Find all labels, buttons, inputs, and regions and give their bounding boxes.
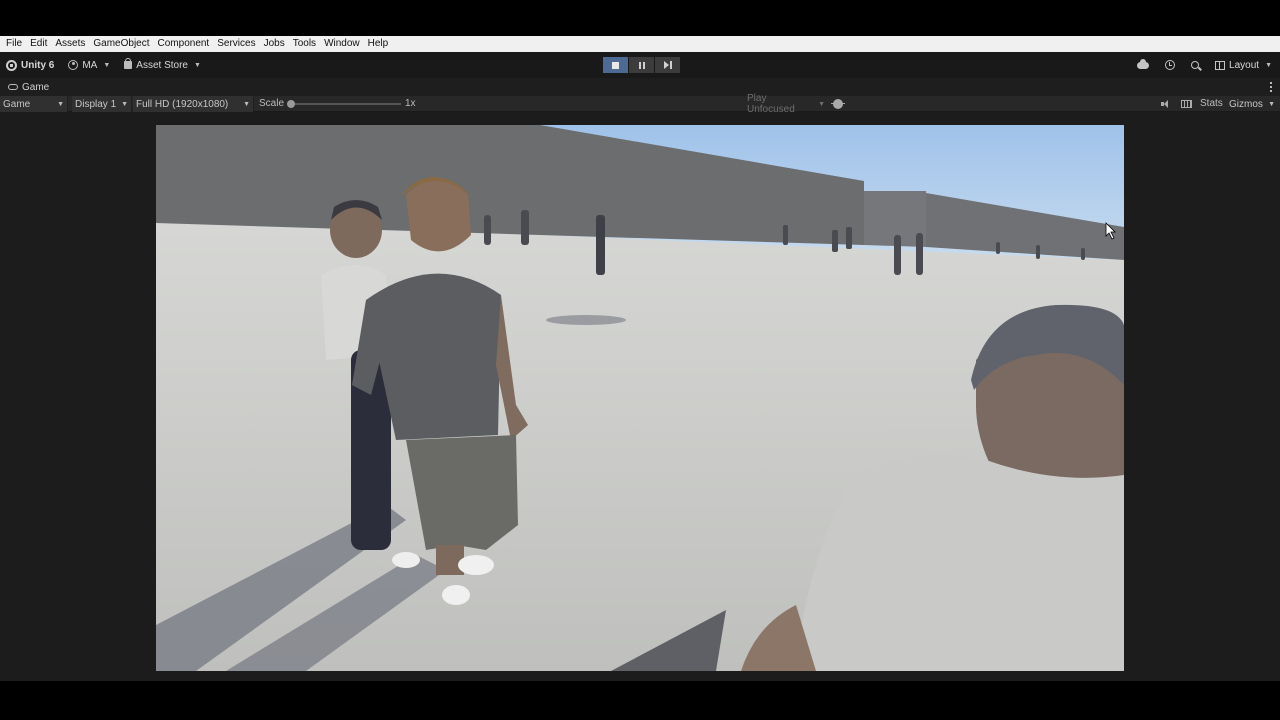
letterbox-bottom (0, 681, 1280, 720)
tab-game-label: Game (22, 81, 50, 93)
chevron-down-icon: ▼ (121, 100, 128, 108)
menu-file[interactable]: File (2, 36, 26, 52)
scale-slider-handle[interactable] (287, 100, 295, 108)
play-controls (603, 57, 680, 73)
toolbar-right: Layout ▼ (1137, 52, 1272, 78)
scale-slider-track[interactable] (289, 103, 401, 105)
game-viewport[interactable] (156, 125, 1124, 671)
gamepad-icon (8, 84, 18, 90)
shopping-bag-icon (124, 58, 133, 69)
view-mode-dropdown[interactable]: Game ▼ (0, 96, 68, 112)
step-button[interactable] (655, 57, 680, 73)
cloud-icon[interactable] (1137, 58, 1150, 69)
unity-version-label: Unity 6 (21, 59, 55, 71)
pause-icon (638, 61, 645, 69)
stop-button[interactable] (603, 57, 628, 73)
pause-button[interactable] (629, 57, 654, 73)
menu-gameobject[interactable]: GameObject (89, 36, 153, 52)
toolbar-left: Unity 6 MA ▼ Asset Store ▼ (6, 52, 201, 78)
chevron-down-icon: ▼ (103, 61, 111, 69)
menu-services[interactable]: Services (213, 36, 259, 52)
stop-icon (612, 61, 619, 69)
history-icon[interactable] (1165, 60, 1176, 70)
menu-bar: File Edit Assets GameObject Component Se… (0, 36, 1280, 52)
account-icon (68, 60, 79, 70)
display-dropdown[interactable]: Display 1 ▼ (72, 96, 132, 112)
step-icon (663, 61, 672, 69)
main-toolbar: Unity 6 MA ▼ Asset Store ▼ Layout ▼ (0, 52, 1280, 78)
menu-assets[interactable]: Assets (51, 36, 89, 52)
more-options-icon[interactable] (1270, 82, 1272, 92)
resolution-label: Full HD (1920x1080) (136, 98, 229, 110)
gizmos-label: Gizmos (1229, 98, 1263, 110)
asset-store-dropdown[interactable]: Asset Store ▼ (124, 58, 201, 71)
chevron-down-icon: ▼ (243, 100, 250, 108)
scale-value: 1x (405, 98, 416, 109)
display-label: Display 1 (75, 98, 117, 110)
menu-edit[interactable]: Edit (26, 36, 51, 52)
stats-button[interactable]: Stats (1200, 96, 1223, 112)
layout-icon (1215, 60, 1226, 70)
keyboard-shortcuts-icon[interactable] (1181, 100, 1192, 108)
game-view-toolbar: Game ▼ Display 1 ▼ Full HD (1920x1080) ▼… (0, 93, 1280, 115)
menu-component[interactable]: Component (154, 36, 214, 52)
unity-version-button[interactable]: Unity 6 (6, 59, 55, 71)
chevron-down-icon: ▼ (1268, 100, 1275, 108)
scale-label: Scale (259, 98, 285, 109)
menu-jobs[interactable]: Jobs (260, 36, 289, 52)
chevron-down-icon: ▼ (57, 100, 64, 108)
layout-label: Layout (1229, 59, 1260, 71)
asset-store-label: Asset Store (136, 59, 188, 71)
chevron-down-icon: ▼ (818, 100, 825, 108)
chevron-down-icon: ▼ (1265, 61, 1272, 69)
account-dropdown[interactable]: MA ▼ (68, 60, 110, 71)
play-mode-dropdown[interactable]: Play Unfocused ▼ (744, 93, 828, 115)
resolution-dropdown[interactable]: Full HD (1920x1080) ▼ (133, 96, 254, 112)
chevron-down-icon: ▼ (193, 61, 201, 69)
audio-mute-icon[interactable] (1161, 100, 1170, 108)
tab-game[interactable]: Game (0, 78, 58, 96)
tab-strip: Game (0, 78, 1280, 96)
menu-help[interactable]: Help (364, 36, 393, 52)
layout-dropdown[interactable]: Layout ▼ (1215, 60, 1272, 71)
shadow-small (546, 315, 626, 325)
letterbox-top (0, 0, 1280, 36)
game-scene (156, 125, 1124, 671)
menu-tools[interactable]: Tools (289, 36, 320, 52)
view-mode-label: Game (3, 98, 31, 110)
account-label: MA (82, 59, 98, 71)
menu-window[interactable]: Window (320, 36, 364, 52)
gizmos-dropdown[interactable]: Gizmos ▼ (1226, 96, 1278, 112)
bug-icon[interactable] (831, 99, 845, 109)
search-icon[interactable] (1191, 61, 1200, 69)
unity-logo-icon (6, 59, 17, 71)
